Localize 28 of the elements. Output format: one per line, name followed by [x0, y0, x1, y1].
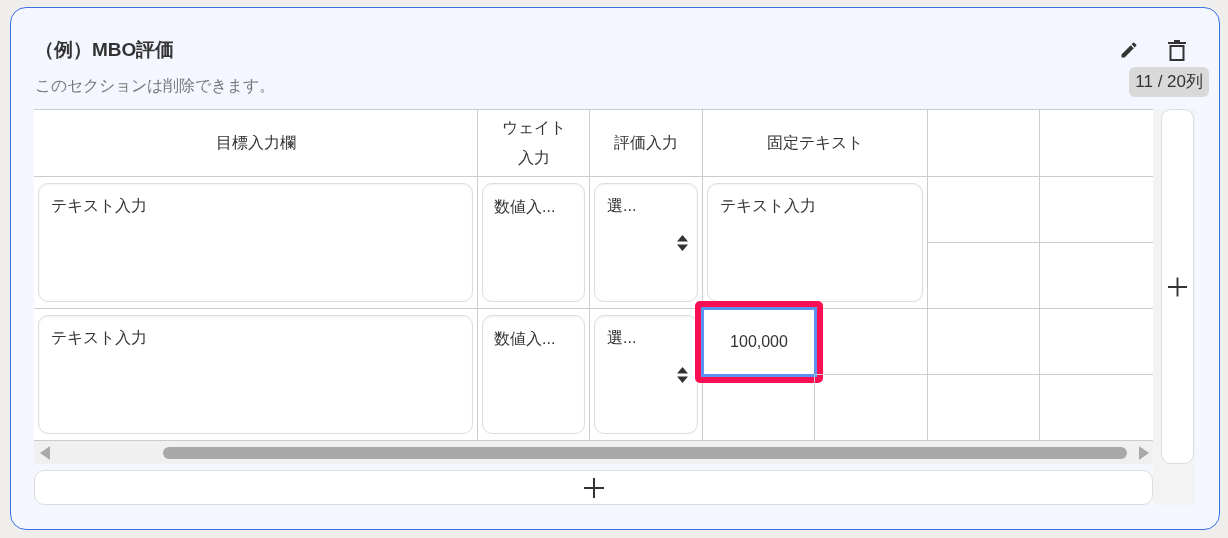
- column-header: 評価入力: [614, 132, 678, 153]
- select-field[interactable]: 選...: [594, 315, 698, 434]
- scrollbar-thumb[interactable]: [163, 446, 1127, 459]
- text-area[interactable]: テキスト入力: [707, 183, 923, 302]
- horizontal-scrollbar[interactable]: [34, 441, 1153, 464]
- delete-button[interactable]: [1165, 38, 1189, 62]
- add-row-button[interactable]: [34, 470, 1153, 505]
- fixed-value-cell: 100,000: [701, 307, 817, 377]
- pencil-icon: [1119, 40, 1139, 60]
- number-field[interactable]: 数値入...: [482, 183, 585, 302]
- sort-arrows-icon: [677, 367, 688, 383]
- plus-icon: [1168, 276, 1187, 297]
- number-field[interactable]: 数値入...: [482, 315, 585, 434]
- column-count-badge: 11 / 20列: [1129, 67, 1209, 97]
- sort-arrows-icon: [677, 235, 688, 251]
- trash-icon: [1168, 39, 1186, 61]
- scroll-right-icon[interactable]: [1139, 445, 1149, 460]
- select-field[interactable]: 選...: [594, 183, 698, 302]
- text-area[interactable]: テキスト入力: [38, 315, 473, 434]
- scroll-left-icon[interactable]: [40, 445, 50, 460]
- section-title: （例）MBO評価: [35, 38, 175, 62]
- text-area[interactable]: テキスト入力: [38, 183, 473, 302]
- add-column-button[interactable]: [1161, 109, 1194, 464]
- column-header: 固定テキスト: [767, 132, 863, 153]
- plus-icon: [583, 477, 604, 498]
- column-header: ウェイト入力: [500, 117, 567, 168]
- column-header: 目標入力欄: [215, 132, 296, 153]
- section-description: このセクションは削除できます。: [35, 76, 275, 96]
